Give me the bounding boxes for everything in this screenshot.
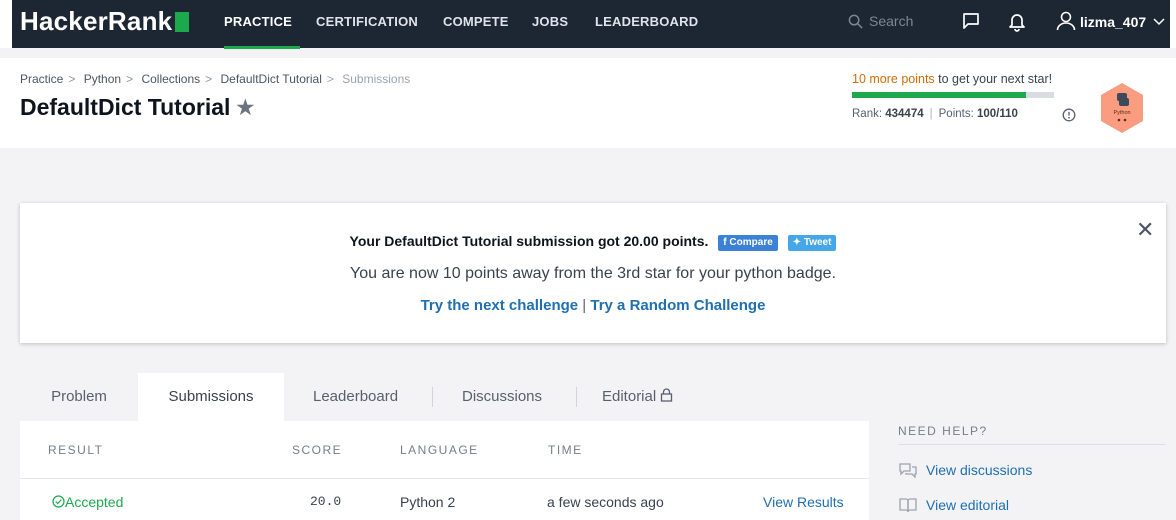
next-challenge-link[interactable]: Try the next challenge <box>421 297 579 314</box>
points-value: 100/110 <box>977 108 1018 120</box>
facebook-icon: f <box>723 237 727 248</box>
points-label: Points: <box>938 108 974 120</box>
nav-certification[interactable]: CERTIFICATION <box>316 14 418 29</box>
time-value: a few seconds ago <box>547 494 664 510</box>
breadcrumb-collections[interactable]: Collections <box>141 72 200 86</box>
badge-label: Python <box>1113 110 1130 116</box>
search-icon <box>848 14 863 29</box>
score-value: 20.0 <box>310 494 342 509</box>
breadcrumb-practice[interactable]: Practice <box>20 72 63 86</box>
column-header-time: TIME <box>548 443 583 457</box>
need-help-heading: NEED HELP? <box>898 424 988 438</box>
tab-discussions[interactable]: Discussions <box>462 373 542 421</box>
notice-subline: You are now 10 points away from the 3rd … <box>350 265 836 282</box>
top-navigation: HackerRank PRACTICE CERTIFICATION COMPET… <box>0 0 1176 49</box>
python-badge[interactable]: Python <box>1099 82 1145 134</box>
submission-notice: ✕ Your DefaultDict Tutorial submission g… <box>20 203 1166 343</box>
table-divider <box>20 478 869 479</box>
tab-divider <box>432 387 433 407</box>
notification-bell-icon[interactable] <box>1008 12 1026 32</box>
info-icon[interactable] <box>1062 108 1076 122</box>
notice-links: Try the next challenge | Try a Random Ch… <box>20 297 1166 314</box>
facebook-compare-button[interactable]: f Compare <box>718 235 778 251</box>
rank-value: 434474 <box>885 108 924 120</box>
rank-separator: | <box>929 108 933 120</box>
breadcrumb: Practice > Python > Collections > DefaultDi… <box>20 72 410 86</box>
hackerrank-logo[interactable]: HackerRank <box>20 6 190 37</box>
breadcrumb-chevron-icon: > <box>205 72 213 86</box>
breadcrumb-chevron-icon: > <box>126 72 134 86</box>
search-placeholder: Search <box>869 13 914 29</box>
search-input[interactable]: Search <box>848 13 913 29</box>
rank-points: Rank: 434474 | Points: 100/110 <box>852 108 1018 120</box>
help-divider <box>898 444 1166 445</box>
tweet-button[interactable]: ✦ Tweet <box>787 235 837 251</box>
book-icon <box>899 498 917 513</box>
lock-icon <box>661 388 673 402</box>
star-progress-bar <box>852 92 1054 98</box>
tab-submissions[interactable]: Submissions <box>138 373 284 421</box>
tab-divider <box>576 387 577 407</box>
next-star-message: 10 more points to get your next star! <box>852 72 1052 86</box>
breadcrumb-current: Submissions <box>342 72 411 86</box>
breadcrumb-python[interactable]: Python <box>84 72 121 86</box>
submissions-table: RESULT SCORE LANGUAGE TIME Accepted 20.0… <box>20 421 869 520</box>
page-title: DefaultDict Tutorial ★ <box>20 94 254 121</box>
twitter-bird-icon: ✦ <box>792 237 802 248</box>
column-header-result: RESULT <box>48 443 104 457</box>
chat-icon[interactable] <box>962 12 980 30</box>
next-star-text: to get your next star! <box>934 72 1053 86</box>
star-progress-fill <box>852 92 1027 98</box>
result-text: Accepted <box>65 494 124 510</box>
tweet-label: Tweet <box>803 237 832 248</box>
language-value: Python 2 <box>400 494 456 510</box>
tab-leaderboard[interactable]: Leaderboard <box>313 373 398 421</box>
breadcrumb-challenge[interactable]: DefaultDict Tutorial <box>221 72 322 86</box>
breadcrumb-chevron-icon: > <box>68 72 76 86</box>
result-accepted: Accepted <box>52 494 123 510</box>
view-discussions-text: View discussions <box>926 462 1033 478</box>
nav-bar: HackerRank PRACTICE CERTIFICATION COMPET… <box>12 0 1170 49</box>
user-menu[interactable]: lizma_407 <box>1056 11 1169 31</box>
random-challenge-link[interactable]: Try a Random Challenge <box>590 297 765 314</box>
notice-headline: Your DefaultDict Tutorial submission got… <box>20 233 1166 251</box>
nav-practice[interactable]: PRACTICE <box>224 14 292 29</box>
page-title-text: DefaultDict Tutorial <box>20 94 231 120</box>
logo-block-icon <box>175 12 190 32</box>
tab-editorial-label: Editorial <box>602 388 657 405</box>
user-avatar-icon <box>1056 11 1076 31</box>
username: lizma_407 <box>1080 14 1147 30</box>
discussion-icon <box>899 463 917 479</box>
nav-compete[interactable]: COMPETE <box>443 14 509 29</box>
points-needed: 10 more points <box>852 72 935 86</box>
view-editorial-link[interactable]: View editorial <box>898 497 1009 513</box>
nav-leaderboard[interactable]: LEADERBOARD <box>595 14 698 29</box>
chevron-down-icon <box>1153 18 1165 26</box>
tab-problem[interactable]: Problem <box>20 373 138 421</box>
notice-headline-text: Your DefaultDict Tutorial submission got… <box>349 233 709 249</box>
tab-editorial[interactable]: Editorial <box>602 373 673 421</box>
column-header-language: LANGUAGE <box>400 443 479 457</box>
column-header-score: SCORE <box>292 443 343 457</box>
active-nav-indicator <box>224 46 300 49</box>
view-editorial-text: View editorial <box>926 497 1010 513</box>
check-circle-icon <box>52 495 65 508</box>
facebook-compare-label: Compare <box>729 237 773 248</box>
bookmark-star-icon[interactable]: ★ <box>236 97 254 119</box>
view-results-link[interactable]: View Results <box>763 494 844 510</box>
link-divider: | <box>582 297 587 314</box>
breadcrumb-chevron-icon: > <box>326 72 334 86</box>
view-discussions-link[interactable]: View discussions <box>898 462 1033 479</box>
badge-hexagon-icon: Python <box>1101 83 1143 133</box>
nav-jobs[interactable]: JOBS <box>532 14 568 29</box>
rank-label: Rank: <box>852 108 883 120</box>
page-header: Practice > Python > Collections > DefaultDi… <box>0 58 1176 148</box>
